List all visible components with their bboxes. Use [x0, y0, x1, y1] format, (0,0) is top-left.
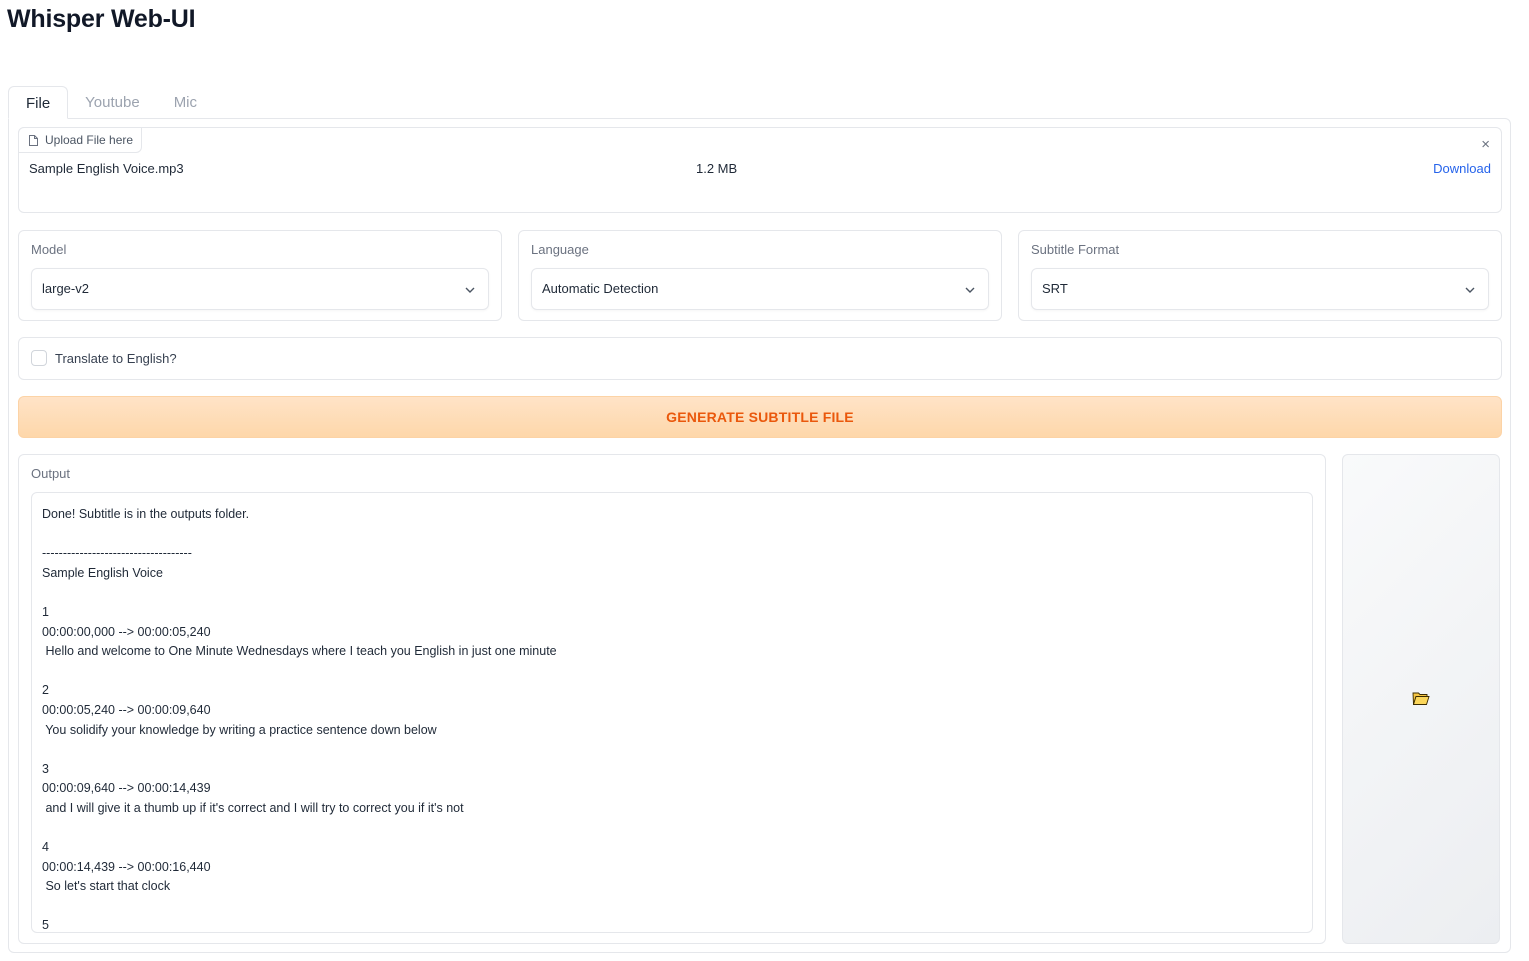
model-value: large-v2	[42, 281, 89, 296]
output-line: 2	[42, 683, 49, 698]
output-line: Sample English Voice	[42, 565, 163, 580]
output-line: ------------------------------------	[42, 546, 192, 561]
translate-label[interactable]: Translate to English?	[55, 351, 177, 366]
output-line: Hello and welcome to One Minute Wednesda…	[42, 644, 557, 659]
output-line: 00:00:09,640 --> 00:00:14,439	[42, 781, 211, 796]
language-dropdown-block: Language Automatic Detection	[518, 230, 1002, 321]
tab-bar: File Youtube Mic	[8, 86, 214, 119]
subtitle-format-select[interactable]: SRT	[1031, 268, 1489, 310]
output-line: 3	[42, 761, 49, 776]
file-icon	[29, 134, 38, 146]
model-select[interactable]: large-v2	[31, 268, 489, 310]
language-label: Language	[531, 242, 589, 257]
subtitle-format-value: SRT	[1042, 281, 1068, 296]
translate-row: Translate to English?	[18, 337, 1502, 380]
file-tab-panel: Upload File here × Sample English Voice.…	[8, 118, 1511, 953]
generate-subtitle-button[interactable]: GENERATE SUBTITLE FILE	[18, 396, 1502, 438]
chevron-down-icon	[1465, 287, 1475, 293]
model-label: Model	[31, 242, 67, 257]
output-line: 00:00:00,000 --> 00:00:05,240	[42, 624, 211, 639]
output-line: 00:00:05,240 --> 00:00:09,640	[42, 702, 211, 717]
file-upload-box[interactable]: Upload File here × Sample English Voice.…	[18, 127, 1502, 213]
output-line: Done! Subtitle is in the outputs folder.	[42, 507, 250, 521]
file-name: Sample English Voice.mp3	[29, 161, 184, 176]
file-size: 1.2 MB	[696, 161, 738, 176]
tab-youtube[interactable]: Youtube	[68, 86, 157, 119]
app-title: Whisper Web-UI	[7, 5, 196, 33]
chevron-down-icon	[465, 287, 475, 293]
chevron-down-icon	[965, 287, 975, 293]
translate-checkbox[interactable]	[31, 350, 47, 366]
output-files-panel[interactable]	[1342, 454, 1500, 944]
output-textarea[interactable]: Done! Subtitle is in the outputs folder.…	[31, 492, 1313, 933]
output-line: You solidify your knowledge by writing a…	[42, 722, 437, 737]
output-line: 5	[42, 918, 49, 933]
tab-mic[interactable]: Mic	[157, 86, 214, 119]
subtitle-format-label: Subtitle Format	[1031, 242, 1120, 257]
output-line: 4	[42, 840, 49, 855]
folder-icon[interactable]	[1412, 691, 1430, 706]
output-line: So let's start that clock	[42, 879, 171, 894]
output-line: and I will give it a thumb up if it's co…	[42, 800, 464, 815]
model-dropdown-block: Model large-v2	[18, 230, 502, 321]
output-line: 1	[42, 604, 49, 619]
language-select[interactable]: Automatic Detection	[531, 268, 989, 310]
language-value: Automatic Detection	[542, 281, 659, 296]
upload-file-label-text: Upload File here	[45, 133, 134, 147]
close-icon[interactable]: ×	[1481, 137, 1490, 152]
subtitle-format-dropdown-block: Subtitle Format SRT	[1018, 230, 1502, 321]
output-block: Output Done! Subtitle is in the outputs …	[18, 454, 1326, 944]
output-label: Output	[31, 466, 71, 481]
output-line: 00:00:14,439 --> 00:00:16,440	[42, 859, 211, 874]
download-link[interactable]: Download	[1433, 161, 1491, 176]
upload-file-label: Upload File here	[18, 127, 143, 153]
tab-file[interactable]: File	[8, 86, 69, 119]
